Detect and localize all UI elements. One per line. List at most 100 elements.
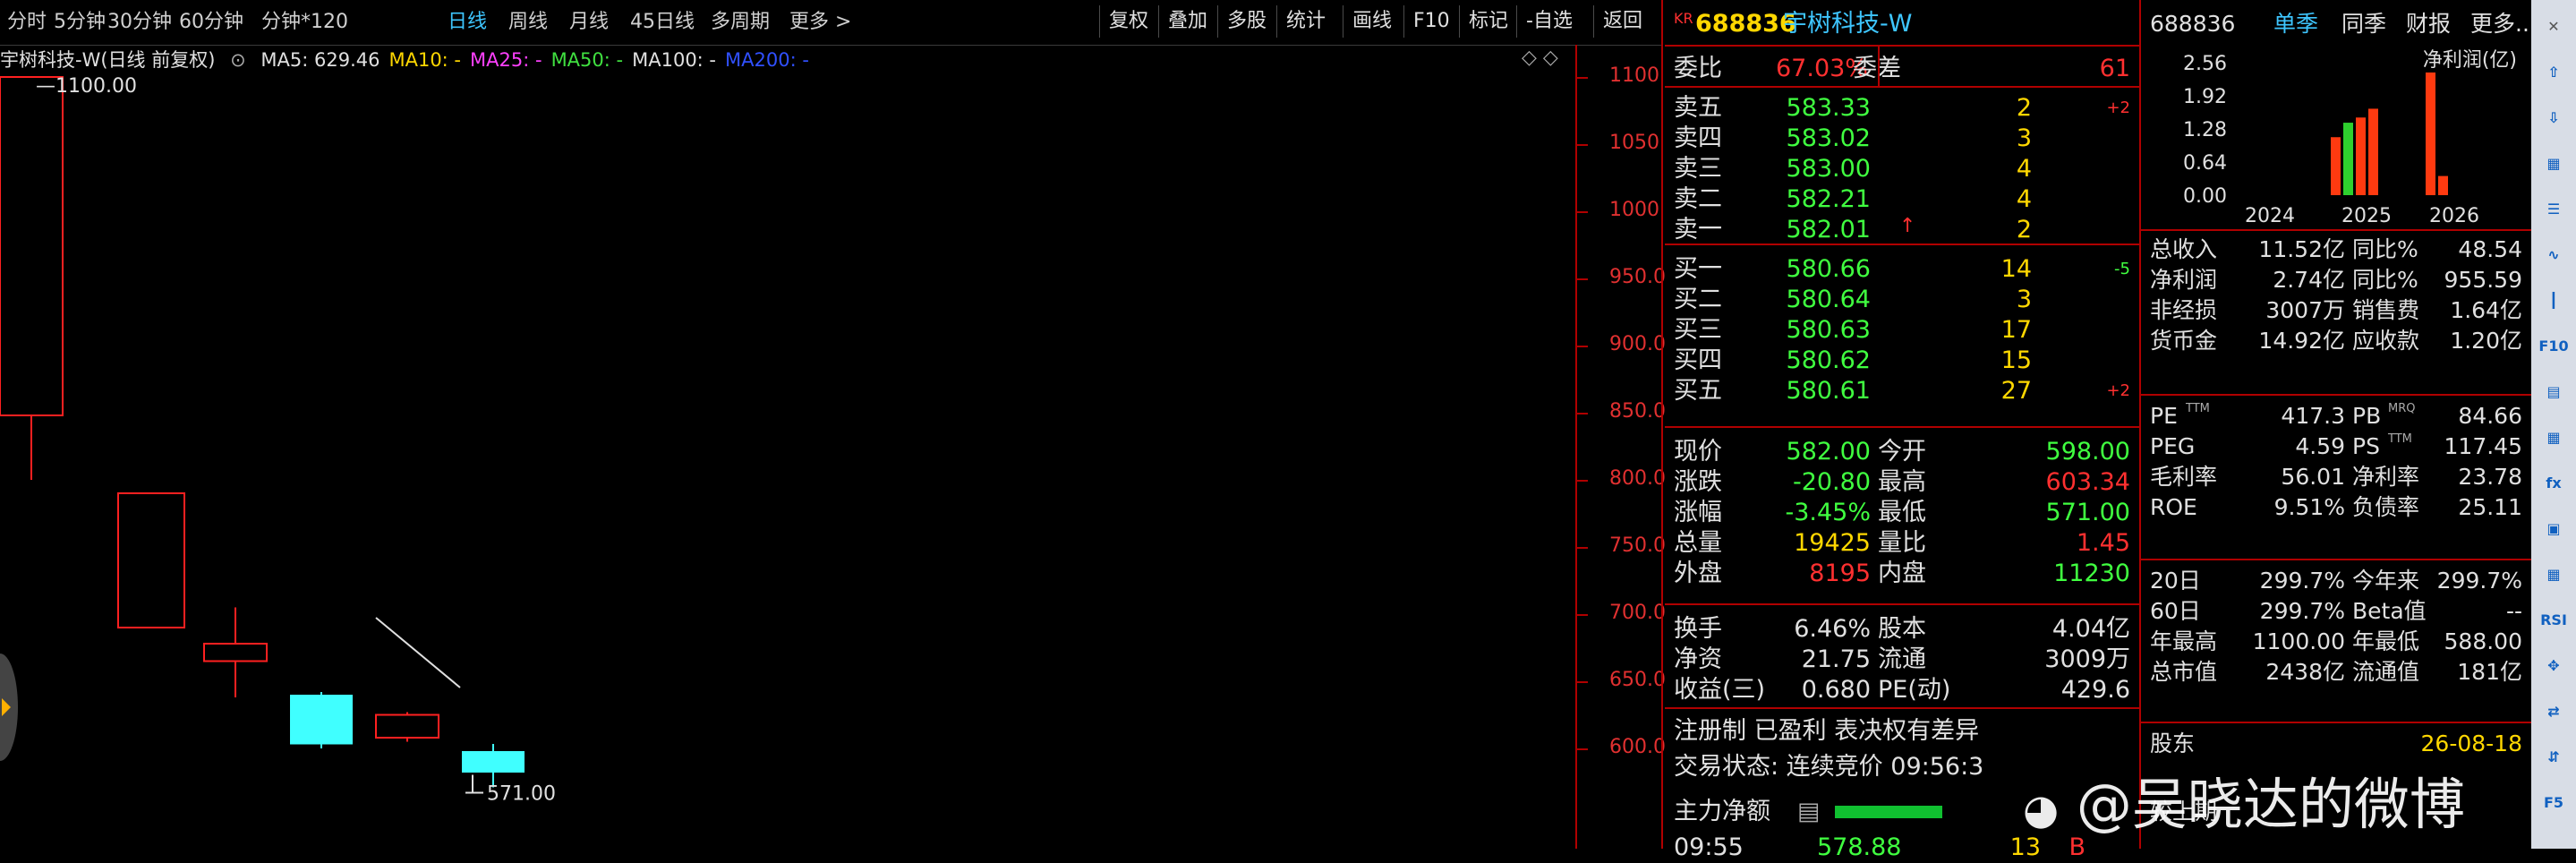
tool-button[interactable]: 叠加 <box>1158 5 1216 38</box>
period-tab[interactable]: 60分钟 <box>179 0 243 45</box>
level-volume: 3 <box>2016 124 2032 152</box>
fin-row: 60日 299.7% Beta值 -- <box>2141 596 2531 627</box>
sell-level-row[interactable]: 卖五 583.33 2 +2 <box>1665 93 2139 124</box>
candle[interactable] <box>375 712 439 742</box>
candle[interactable] <box>290 692 353 748</box>
candle[interactable] <box>462 743 525 788</box>
stat-value: 571.00 <box>2045 499 2130 526</box>
fin-value: 299.7% <box>2259 598 2345 624</box>
kline-canvas[interactable]: 571.00 <box>0 45 1575 849</box>
fin-value: 23.78 <box>2458 464 2522 490</box>
buy-level-row[interactable]: 买一 580.66 14 -5 <box>1665 254 2139 285</box>
fin-value: 48.54 <box>2458 236 2522 262</box>
grid-icon[interactable]: ▤ <box>2538 378 2570 406</box>
period-tab[interactable]: 5分钟 <box>54 0 106 45</box>
period-tab[interactable]: 周线 <box>508 0 548 45</box>
fin-label: 净利润 <box>2150 267 2218 293</box>
tool-button[interactable]: -自选 <box>1516 5 1582 38</box>
period-tab[interactable]: 月线 <box>569 0 609 45</box>
candle[interactable] <box>203 607 268 698</box>
period-tab[interactable]: 45日线 <box>630 0 695 45</box>
level-price: 583.00 <box>1786 155 1871 183</box>
period-tab[interactable]: 日线 <box>448 0 487 45</box>
fin-label: PB <box>2352 403 2382 429</box>
candle[interactable] <box>0 76 64 480</box>
calendar-icon[interactable]: ▦ <box>2538 423 2570 452</box>
fin-tab[interactable]: 财报 <box>2406 9 2451 39</box>
level-label: 卖一 <box>1674 216 1722 244</box>
fin-label: Beta值 <box>2352 598 2427 624</box>
ma-legend: MA200: - <box>725 49 809 71</box>
quote-stat-row: 净资 21.75 流通 3009万 <box>1665 645 2139 675</box>
f10-icon[interactable]: F10 <box>2538 332 2570 361</box>
net-profit-chart: 2.56 1.92 1.28 0.64 0.00 净利润(亿) 2024 2025 2026 <box>2183 49 2517 224</box>
fin-row: PE TTM 417.3 PB MRQ 84.66 <box>2141 401 2531 432</box>
rsi-icon[interactable]: RSI <box>2538 606 2570 635</box>
axis-tick <box>1577 614 1588 616</box>
period-tab[interactable]: 分钟*120 <box>261 0 348 45</box>
tool-button[interactable]: 统计 <box>1276 5 1335 38</box>
fin-row: 20日 299.7% 今年来 299.7% <box>2141 566 2531 596</box>
window-icon[interactable]: ▣ <box>2538 515 2570 543</box>
sell-level-row[interactable]: 卖二 582.21 4 <box>1665 184 2139 215</box>
tool-button[interactable]: F10 <box>1403 5 1459 38</box>
tool-button[interactable]: 复权 <box>1099 5 1157 38</box>
period-toolbar: 分时 5分钟 30分钟 60分钟 分钟*120 日线 周线 月线 45日线 多周期 更多 > 复权叠… <box>0 0 1661 46</box>
tool-button[interactable]: 多股 <box>1217 5 1275 38</box>
tool-button[interactable]: 返回 <box>1593 5 1651 38</box>
stock-name: 宇树科技-W <box>1783 10 1913 38</box>
kline-icon[interactable]: ┃ <box>2538 286 2570 315</box>
sell-level-row[interactable]: 卖三 583.00 4 <box>1665 154 2139 184</box>
arrows-icon[interactable]: ⇵ <box>2538 743 2570 772</box>
watermark: ◕ @吴晓达的微博 <box>2023 772 2465 837</box>
period-tab[interactable]: 更多 > <box>789 0 851 45</box>
buy-level-row[interactable]: 买三 580.63 17 <box>1665 315 2139 346</box>
buy-level-row[interactable]: 买四 580.62 15 <box>1665 346 2139 376</box>
fin-value: 11.52亿 <box>2258 236 2345 262</box>
swap-icon[interactable]: ⇄ <box>2538 697 2570 726</box>
level-label: 买二 <box>1674 286 1722 313</box>
fx-icon[interactable]: fx <box>2538 469 2570 498</box>
tool-button[interactable]: 标记 <box>1459 5 1517 38</box>
period-tab[interactable]: 多周期 <box>711 0 770 45</box>
level-change: -5 <box>2114 260 2130 278</box>
period-tab[interactable]: 分时 <box>7 0 47 45</box>
stock-tags: 注册制 已盈利 表决权有差异 <box>1665 716 2139 747</box>
buy-level-row[interactable]: 买二 580.64 3 <box>1665 285 2139 315</box>
level-label: 卖三 <box>1674 155 1722 183</box>
stat-value: 8195 <box>1809 560 1871 587</box>
fin-row: 年最高 1100.00 年最低 588.00 <box>2141 627 2531 657</box>
fin-tab[interactable]: 更多.. <box>2470 9 2529 39</box>
tags-text: 注册制 已盈利 表决权有差异 <box>1674 717 1980 745</box>
fin-tab[interactable]: 单季 <box>2273 9 2318 39</box>
table-icon[interactable]: ▦ <box>2538 560 2570 589</box>
quote-stat-row: 涨跌 -20.80 最高 603.34 <box>1665 467 2139 498</box>
period-tab[interactable]: 30分钟 <box>107 0 172 45</box>
profit-bar <box>2368 108 2378 195</box>
level-price: 580.62 <box>1786 346 1871 374</box>
quote-stat-row: 收益(三) 0.680 PE(动) 429.6 <box>1665 675 2139 705</box>
sell-level-row[interactable]: 卖四 583.02 3 <box>1665 124 2139 154</box>
trend-line[interactable] <box>375 617 461 688</box>
level-volume: 27 <box>2000 377 2032 405</box>
chart-settings-icon[interactable]: ◇ ◇ <box>1522 47 1558 69</box>
fin-value: 56.01 <box>2281 464 2345 490</box>
high-price-label: —1100.00 <box>36 75 137 98</box>
kline-chart[interactable]: 571.00 <box>0 45 1661 849</box>
candle[interactable] <box>117 492 185 628</box>
move-icon[interactable]: ✥ <box>2538 652 2570 680</box>
close-icon[interactable]: ✕ <box>2538 13 2570 41</box>
ma-dropdown-icon[interactable]: ⊙ <box>230 49 246 71</box>
shareholder-row[interactable]: 股东 26-08-18 <box>2141 729 2531 759</box>
buy-level-row[interactable]: 买五 580.61 27 +2 <box>1665 376 2139 406</box>
f5-icon[interactable]: F5 <box>2538 789 2570 817</box>
fin-tab[interactable]: 同季 <box>2341 9 2386 39</box>
fin-label: 总市值 <box>2150 659 2218 685</box>
list-icon[interactable]: ☰ <box>2538 195 2570 224</box>
table-icon[interactable]: ▦ <box>2538 150 2570 178</box>
up-arrow-icon[interactable]: ⇧ <box>2538 58 2570 87</box>
down-arrow-icon[interactable]: ⇩ <box>2538 104 2570 132</box>
line-chart-icon[interactable]: ∿ <box>2538 241 2570 269</box>
tool-button[interactable]: 画线 <box>1343 5 1401 38</box>
fin-label: PE <box>2150 403 2178 429</box>
